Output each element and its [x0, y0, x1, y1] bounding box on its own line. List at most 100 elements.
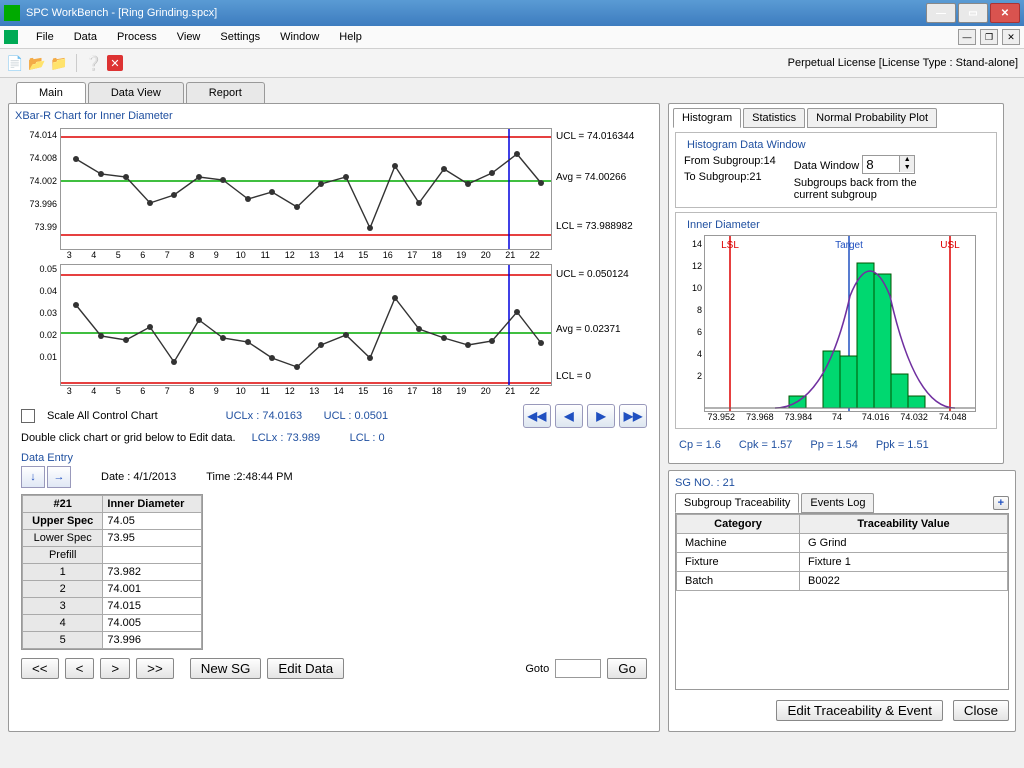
- menu-help[interactable]: Help: [329, 29, 372, 45]
- app-icon: [4, 5, 20, 21]
- xtick: 74: [818, 412, 857, 422]
- delete-icon[interactable]: ✕: [107, 55, 123, 71]
- scale-checkbox[interactable]: [21, 409, 35, 423]
- trace-cell: Batch: [677, 572, 800, 591]
- nav-first-button[interactable]: ◀◀: [523, 404, 551, 428]
- ytick: 0.03: [21, 308, 57, 330]
- scale-label: Scale All Control Chart: [47, 410, 158, 422]
- ytick: 0.01: [21, 352, 57, 362]
- lcl-label: LCL = 0: [556, 371, 629, 382]
- de-right-button[interactable]: →: [47, 466, 71, 488]
- data-grid[interactable]: #21Inner Diameter Upper Spec74.05 Lower …: [21, 494, 203, 650]
- tab-npp[interactable]: Normal Probability Plot: [807, 108, 937, 128]
- edit-data-button[interactable]: Edit Data: [267, 658, 344, 679]
- from-subgroup: From Subgroup:14: [684, 155, 776, 167]
- prev-sg-button[interactable]: <: [65, 658, 95, 679]
- ytick: 6: [684, 327, 702, 349]
- to-subgroup: To Subgroup:21: [684, 171, 776, 183]
- menu-file[interactable]: File: [26, 29, 64, 45]
- tab-main[interactable]: Main: [16, 82, 86, 103]
- help-icon[interactable]: ❔: [85, 54, 103, 72]
- trace-cell: Fixture: [677, 553, 800, 572]
- tab-events-log[interactable]: Events Log: [801, 493, 874, 513]
- chart-title: XBar-R Chart for Inner Diameter: [9, 104, 659, 124]
- traceability-panel: SG NO. : 21 Subgroup Traceability Events…: [668, 470, 1016, 732]
- histogram-chart[interactable]: LSL USL Target: [704, 235, 976, 412]
- menu-window[interactable]: Window: [270, 29, 329, 45]
- avg-label: Avg = 0.02371: [556, 324, 629, 335]
- goto-input[interactable]: [555, 659, 601, 678]
- cell[interactable]: 74.05: [103, 513, 202, 530]
- r-chart[interactable]: 0.05 0.04 0.03 0.02 0.01: [21, 264, 647, 396]
- tab-subgroup-traceability[interactable]: Subgroup Traceability: [675, 493, 799, 513]
- cell[interactable]: 74.015: [103, 598, 202, 615]
- next-sg-button[interactable]: >: [100, 658, 130, 679]
- tab-histogram[interactable]: Histogram: [673, 108, 741, 128]
- tab-report[interactable]: Report: [186, 82, 265, 103]
- cell[interactable]: 73.982: [103, 564, 202, 581]
- edit-traceability-button[interactable]: Edit Traceability & Event: [776, 700, 942, 721]
- avg-label: Avg = 74.00266: [556, 172, 634, 183]
- nav-last-button[interactable]: ▶▶: [619, 404, 647, 428]
- cell[interactable]: 73.996: [103, 632, 202, 649]
- minimize-button[interactable]: —: [926, 3, 956, 23]
- toolbar: 📄 📂 📁 ❔ ✕ Perpetual License [License Typ…: [0, 49, 1024, 78]
- cell[interactable]: 73.95: [103, 530, 202, 547]
- date-label: Date : 4/1/2013: [101, 471, 176, 483]
- maximize-button[interactable]: ▭: [958, 3, 988, 23]
- last-sg-button[interactable]: >>: [136, 658, 174, 679]
- mdi-minimize-button[interactable]: —: [958, 29, 976, 45]
- tab-dataview[interactable]: Data View: [88, 82, 184, 103]
- close-panel-button[interactable]: Close: [953, 700, 1009, 721]
- xaxis-ticks: 345678910111213141516171819202122: [57, 250, 547, 260]
- de-down-button[interactable]: ↓: [21, 466, 45, 488]
- lcl-label: LCL = 73.988982: [556, 221, 634, 232]
- add-trace-button[interactable]: +: [993, 496, 1009, 510]
- trace-cell: Machine: [677, 534, 800, 553]
- close-button[interactable]: ✕: [990, 3, 1020, 23]
- ytick: 10: [684, 283, 702, 305]
- menu-view[interactable]: View: [167, 29, 211, 45]
- menu-data[interactable]: Data: [64, 29, 107, 45]
- new-sg-button[interactable]: New SG: [190, 658, 262, 679]
- open-icon[interactable]: 📂: [28, 54, 46, 72]
- nav-next-button[interactable]: ▶: [587, 404, 615, 428]
- cell[interactable]: 74.005: [103, 615, 202, 632]
- row-header: 1: [23, 564, 103, 581]
- histogram-panel: Histogram Statistics Normal Probability …: [668, 103, 1004, 464]
- xtick: 73.952: [702, 412, 741, 422]
- main-tabs: Main Data View Report: [16, 82, 1024, 103]
- new-icon[interactable]: 📄: [6, 54, 24, 72]
- nav-prev-button[interactable]: ◀: [555, 404, 583, 428]
- xtick: 73.984: [779, 412, 818, 422]
- goto-label: Goto: [525, 663, 549, 675]
- go-button[interactable]: Go: [607, 658, 647, 679]
- uclx-label: UCLx : 74.0163: [226, 410, 316, 422]
- hist-chart-label: Inner Diameter: [684, 219, 763, 231]
- app-window: SPC WorkBench - [Ring Grinding.spcx] — ▭…: [0, 0, 1024, 768]
- grid-sg-header: #21: [23, 496, 103, 513]
- xbar-chart[interactable]: 74.014 74.008 74.002 73.996 73.99: [21, 128, 647, 260]
- data-window-spinner[interactable]: ▲▼: [862, 155, 915, 174]
- dw-input[interactable]: [863, 156, 899, 173]
- mdi-restore-button[interactable]: ❐: [980, 29, 998, 45]
- time-label: Time :2:48:44 PM: [206, 471, 292, 483]
- first-sg-button[interactable]: <<: [21, 658, 59, 679]
- ytick: 12: [684, 261, 702, 283]
- row-header: Prefill: [23, 547, 103, 564]
- ytick: 0.04: [21, 286, 57, 308]
- spin-up-icon[interactable]: ▲: [899, 156, 914, 164]
- cell[interactable]: 74.001: [103, 581, 202, 598]
- grid-col-header: Inner Diameter: [103, 496, 202, 513]
- save-icon[interactable]: 📁: [50, 54, 68, 72]
- data-entry: Data Entry ↓ → Date : 4/1/2013 Time :2:4…: [9, 448, 659, 689]
- menu-process[interactable]: Process: [107, 29, 167, 45]
- menu-settings[interactable]: Settings: [210, 29, 270, 45]
- xtick: 73.968: [741, 412, 780, 422]
- mdi-close-button[interactable]: ✕: [1002, 29, 1020, 45]
- cell[interactable]: [103, 547, 202, 564]
- lcl-label: LCL : 0: [350, 432, 385, 444]
- spin-down-icon[interactable]: ▼: [899, 164, 914, 172]
- trace-grid[interactable]: CategoryTraceability Value MachineG Grin…: [675, 513, 1009, 690]
- tab-statistics[interactable]: Statistics: [743, 108, 805, 128]
